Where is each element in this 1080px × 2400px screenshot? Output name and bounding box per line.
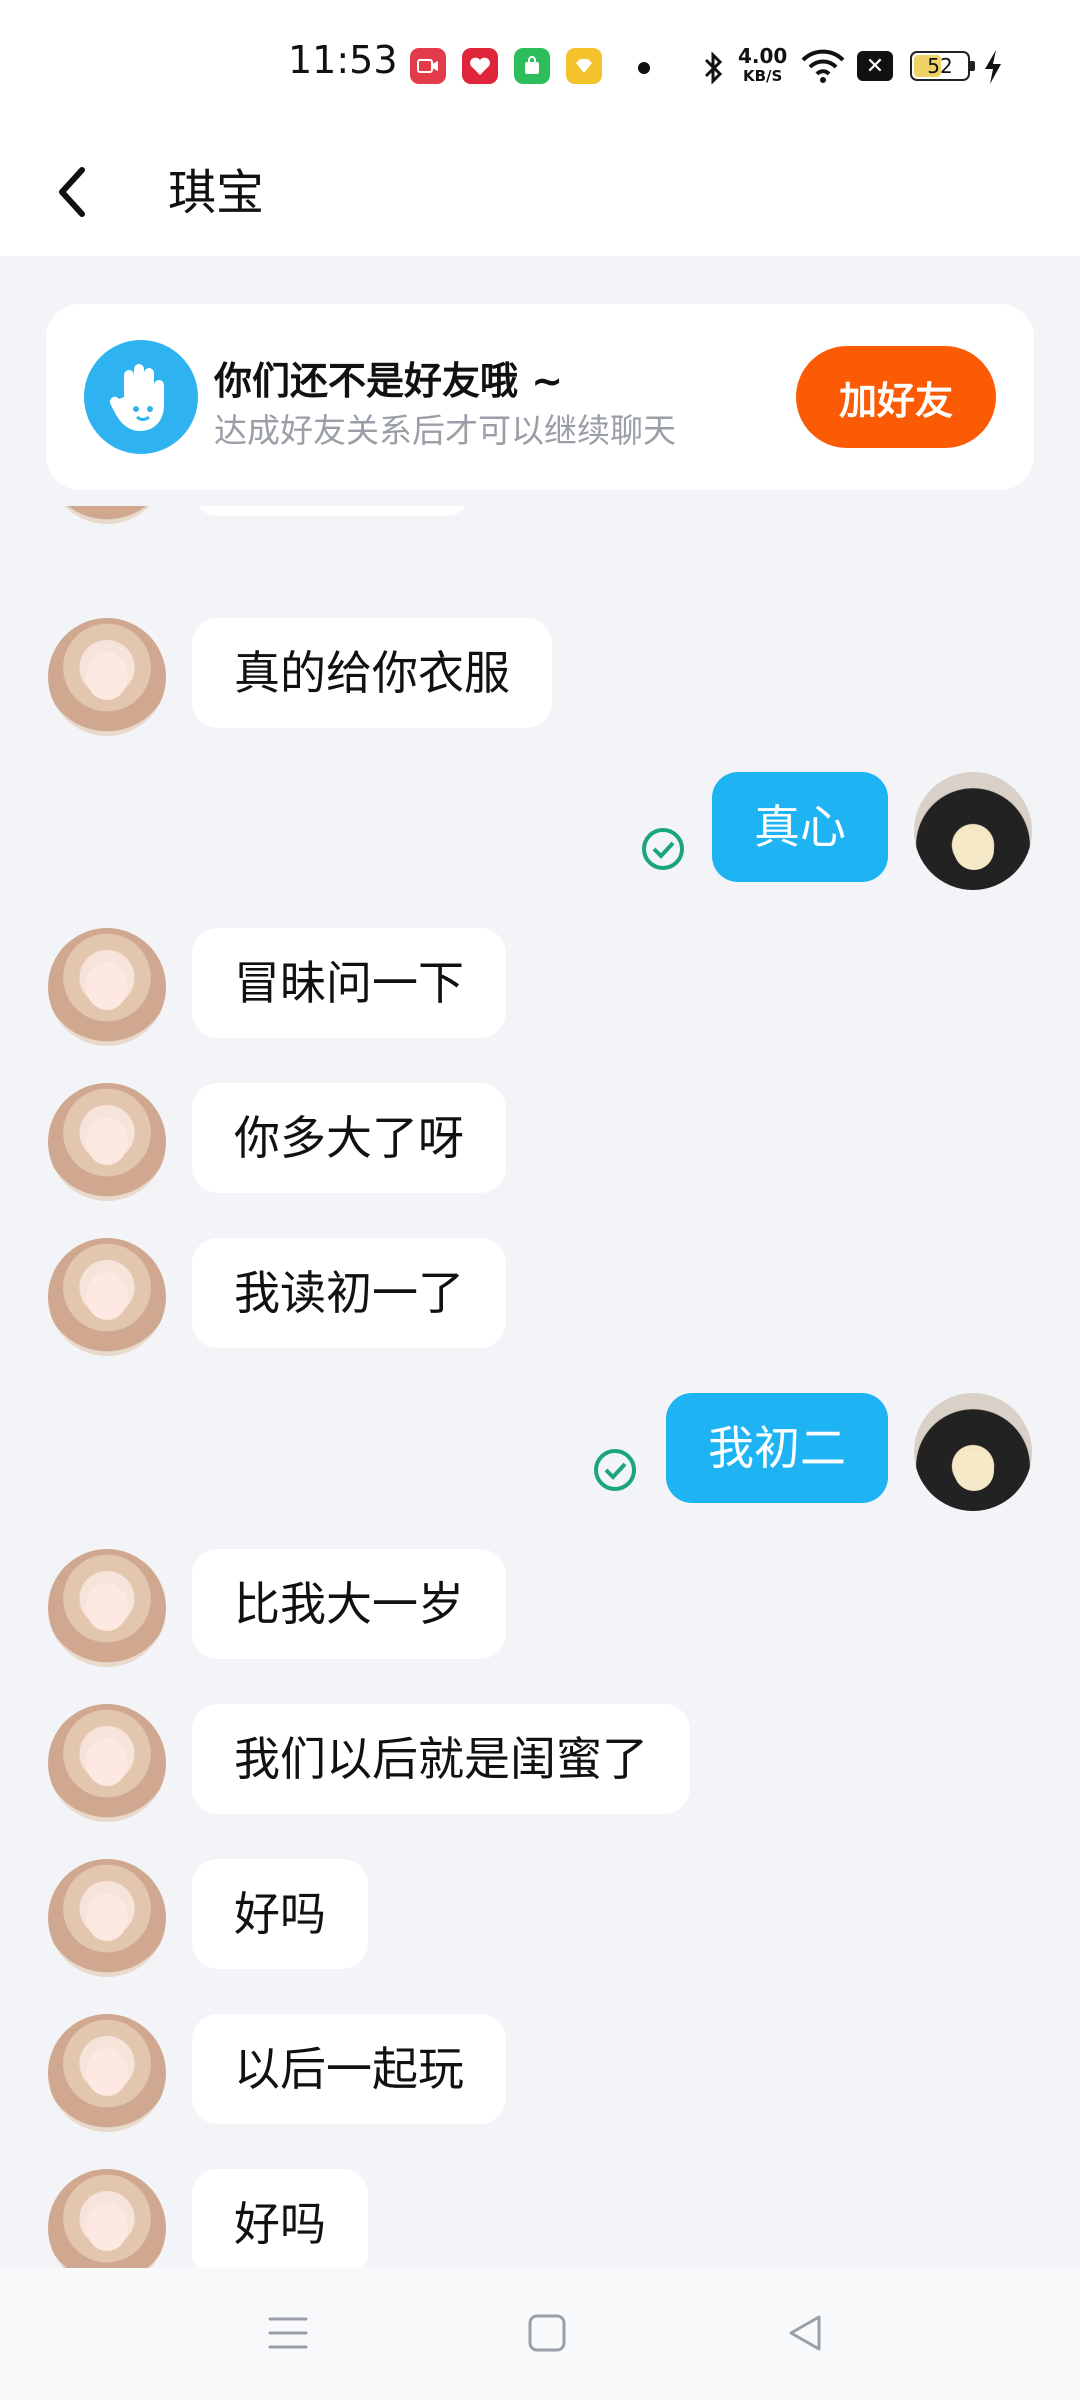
- chat-header: 琪宝: [0, 130, 1080, 256]
- avatar-face: [86, 652, 128, 700]
- battery-level: 52: [927, 54, 953, 78]
- message-bubble[interactable]: 我读初一了: [192, 1238, 506, 1348]
- message-row: 比我大一岁: [0, 1549, 1080, 1669]
- avatar-face: [86, 1117, 128, 1165]
- message-bubble[interactable]: 比我大一岁: [192, 1549, 506, 1659]
- message-bubble-partial[interactable]: [192, 506, 472, 516]
- message-bubble[interactable]: 好吗: [192, 2169, 368, 2268]
- avatar-face: [86, 1893, 128, 1941]
- contact-avatar[interactable]: [48, 1859, 166, 1977]
- message-row: 以后一起玩: [0, 2014, 1080, 2134]
- home-square-icon: [528, 2314, 566, 2352]
- heart-app-icon: [462, 48, 498, 84]
- more-notifications-dot-icon: [638, 62, 650, 74]
- no-sim-icon: ✕: [857, 51, 893, 81]
- back-button[interactable]: [52, 152, 122, 232]
- avatar-face: [86, 2048, 128, 2096]
- message-bubble[interactable]: 我初二: [666, 1393, 888, 1503]
- avatar-face: [86, 1272, 128, 1320]
- contact-avatar[interactable]: [48, 618, 166, 736]
- my-avatar[interactable]: [914, 772, 1032, 890]
- message-row-partial: [0, 506, 1080, 526]
- home-button[interactable]: [517, 2308, 577, 2358]
- avatar-bear: [954, 1451, 994, 1491]
- network-speed-unit: KB/S: [743, 67, 783, 85]
- message-row: 我读初一了: [0, 1238, 1080, 1358]
- message-bubble[interactable]: 你多大了呀: [192, 1083, 506, 1193]
- notification-icons: [410, 48, 602, 84]
- read-check-icon: [594, 1449, 636, 1491]
- back-triangle-icon: [789, 2315, 821, 2351]
- message-row: 你多大了呀: [0, 1083, 1080, 1203]
- contact-avatar[interactable]: [48, 2169, 166, 2268]
- bluetooth-icon: [700, 50, 726, 90]
- system-nav-bar: [0, 2268, 1080, 2400]
- recent-apps-button[interactable]: [258, 2308, 318, 2358]
- chat-message-list[interactable]: 真的给你衣服 真心 冒昧问一下 你多大了呀 我读初一了 我初二 比我大一岁 我们…: [0, 506, 1080, 2268]
- not-friends-banner: 你们还不是好友哦 ~ 达成好友关系后才可以继续聊天 加好友: [46, 304, 1034, 490]
- message-bubble[interactable]: 以后一起玩: [192, 2014, 506, 2124]
- message-bubble[interactable]: 好吗: [192, 1859, 368, 1969]
- message-row: 我们以后就是闺蜜了: [0, 1704, 1080, 1824]
- contact-avatar[interactable]: [48, 1704, 166, 1822]
- contact-avatar[interactable]: [48, 1083, 166, 1201]
- back-nav-button[interactable]: [775, 2308, 835, 2358]
- video-app-icon: [410, 48, 446, 84]
- message-row: 好吗: [0, 2169, 1080, 2268]
- message-row: 好吗: [0, 1859, 1080, 1979]
- avatar-face: [86, 1583, 128, 1631]
- shop-app-icon: [514, 48, 550, 84]
- message-bubble[interactable]: 真心: [712, 772, 888, 882]
- battery-icon: 52: [910, 51, 975, 81]
- status-time: 11:53: [288, 38, 398, 82]
- avatar-face: [86, 962, 128, 1010]
- page-title: 琪宝: [168, 165, 265, 221]
- my-avatar[interactable]: [914, 1393, 1032, 1511]
- battery-nub: [970, 61, 975, 71]
- chevron-left-icon: [59, 167, 85, 217]
- banner-title: 你们还不是好友哦 ~: [214, 359, 564, 403]
- network-speed-value: 4.00: [738, 44, 788, 68]
- contact-avatar[interactable]: [48, 1549, 166, 1667]
- status-bar: 11:53 4.00 KB/S ✕ 52: [0, 0, 1080, 130]
- message-row: 真的给你衣服: [0, 618, 1080, 738]
- charging-bolt-icon: [982, 48, 1004, 90]
- message-bubble[interactable]: 真的给你衣服: [192, 618, 552, 728]
- contact-avatar[interactable]: [48, 506, 166, 524]
- network-speed: 4.00 KB/S: [738, 46, 787, 86]
- contact-avatar[interactable]: [48, 928, 166, 1046]
- contact-avatar[interactable]: [48, 1238, 166, 1356]
- banner-subtitle: 达成好友关系后才可以继续聊天: [214, 411, 676, 450]
- waving-hand-icon: [84, 340, 198, 454]
- message-bubble[interactable]: 我们以后就是闺蜜了: [192, 1704, 690, 1814]
- gem-app-icon: [566, 48, 602, 84]
- wifi-icon: [800, 48, 846, 88]
- read-check-icon: [642, 828, 684, 870]
- message-bubble[interactable]: 冒昧问一下: [192, 928, 506, 1038]
- message-row: 真心: [0, 772, 1080, 892]
- avatar-bear: [954, 830, 994, 870]
- message-row: 我初二: [0, 1393, 1080, 1513]
- contact-avatar[interactable]: [48, 2014, 166, 2132]
- message-row: 冒昧问一下: [0, 928, 1080, 1048]
- menu-icon: [268, 2317, 308, 2349]
- avatar-face: [86, 2203, 128, 2251]
- avatar-face: [86, 1738, 128, 1786]
- add-friend-button[interactable]: 加好友: [796, 346, 996, 448]
